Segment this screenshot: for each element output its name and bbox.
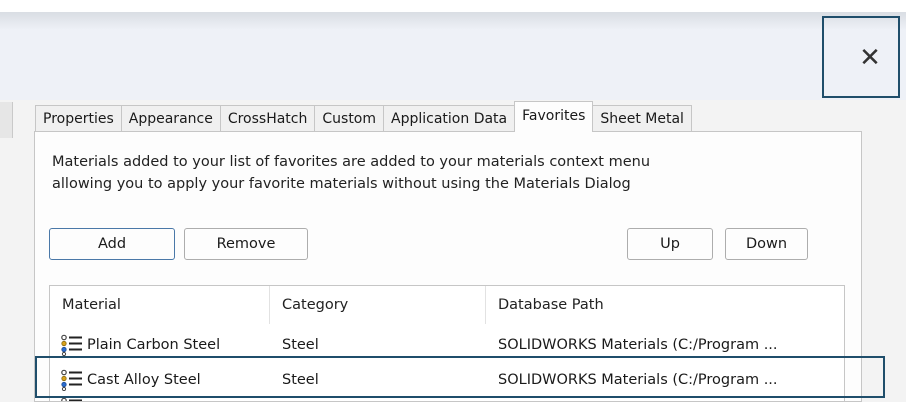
left-edge-control [0, 102, 13, 138]
list-header: Material Category Database Path [50, 286, 844, 324]
remove-button[interactable]: Remove [184, 228, 308, 260]
list-row-partial [50, 397, 844, 401]
tab-properties[interactable]: Properties [35, 105, 122, 132]
tab-favorites[interactable]: Favorites [514, 101, 594, 132]
material-name: Cast Alloy Steel [87, 372, 201, 388]
database-path-cell: SOLIDWORKS Materials (C:/Program ... [498, 337, 778, 353]
list-row[interactable]: Cast Alloy Steel Steel SOLIDWORKS Materi… [50, 365, 844, 395]
material-cell: Cast Alloy Steel [50, 365, 270, 395]
tab-crosshatch[interactable]: CrossHatch [219, 105, 316, 132]
tab-custom[interactable]: Custom [314, 105, 385, 132]
database-path-cell: SOLIDWORKS Materials (C:/Program ... [498, 372, 778, 388]
column-header-material[interactable]: Material [50, 286, 270, 324]
down-button[interactable]: Down [725, 228, 808, 260]
description-line-1: Materials added to your list of favorite… [52, 154, 651, 170]
material-list-icon-partial [61, 397, 82, 401]
top-strip [0, 0, 906, 12]
tab-sheet-metal[interactable]: Sheet Metal [592, 105, 692, 132]
tab-application-data[interactable]: Application Data [383, 105, 516, 132]
column-header-category[interactable]: Category [270, 286, 486, 324]
material-list-icon [61, 334, 82, 356]
category-cell: Steel [282, 337, 319, 353]
list-row[interactable]: Plain Carbon Steel Steel SOLIDWORKS Mate… [50, 330, 844, 360]
up-button[interactable]: Up [627, 228, 713, 260]
tab-strip: Properties Appearance CrossHatch Custom … [35, 101, 692, 132]
close-button-highlight [822, 16, 900, 98]
description-line-2: allowing you to apply your favorite mate… [52, 176, 631, 192]
material-name: Plain Carbon Steel [87, 337, 221, 353]
tab-appearance[interactable]: Appearance [120, 105, 221, 132]
favorites-description: Materials added to your list of favorite… [52, 151, 852, 195]
material-cell: Plain Carbon Steel [50, 330, 270, 360]
material-list-icon [61, 369, 82, 391]
titlebar-shade [0, 12, 906, 30]
favorites-list[interactable]: Material Category Database Path Plain Ca… [49, 285, 845, 402]
column-header-database-path[interactable]: Database Path [486, 286, 844, 324]
category-cell: Steel [282, 372, 319, 388]
add-button[interactable]: Add [49, 228, 175, 260]
